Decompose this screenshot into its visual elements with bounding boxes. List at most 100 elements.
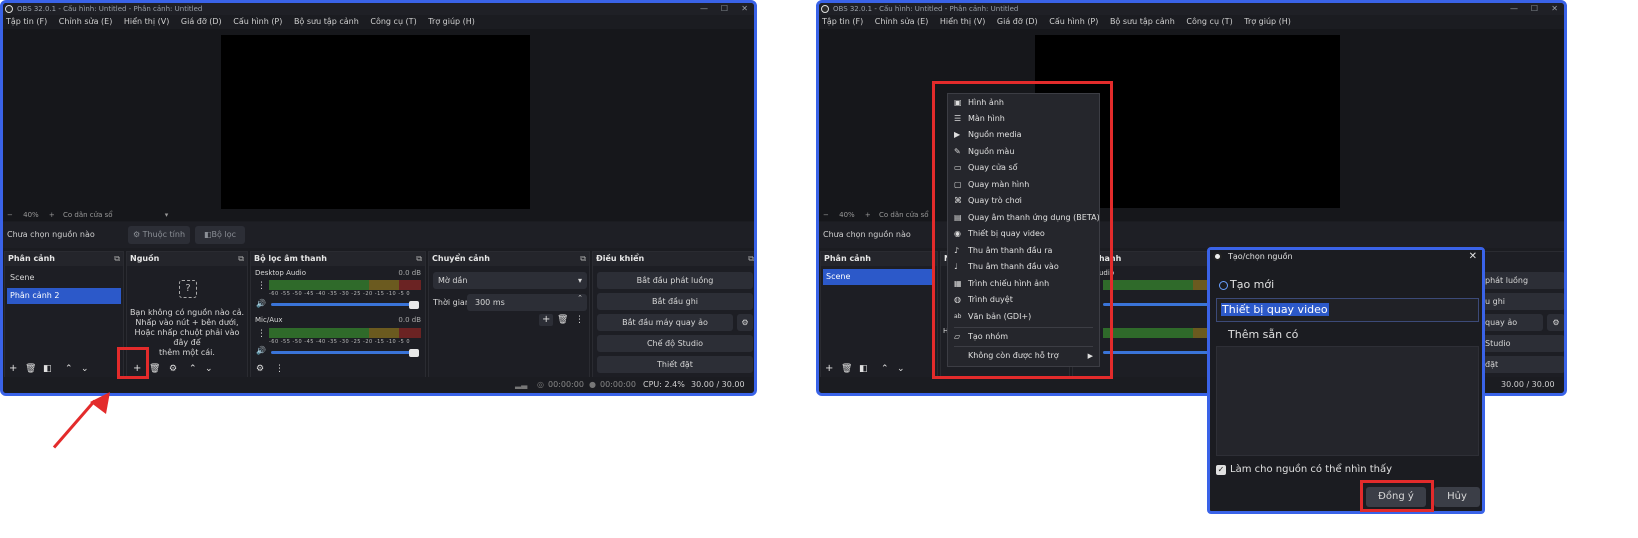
zoom-bar: − 40% + Co dãn cửa sổ bbox=[819, 209, 1564, 221]
mixer-menu-icon[interactable]: ⋮ bbox=[275, 363, 284, 375]
menu-tools[interactable]: Công cụ (T) bbox=[1186, 17, 1232, 26]
menu-file[interactable]: Tập tin (F) bbox=[822, 17, 863, 26]
dock-float-icon[interactable]: ⧉ bbox=[748, 252, 754, 266]
maximize-button[interactable]: ☐ bbox=[1531, 3, 1538, 15]
zoom-bar: − 40% + Co dãn cửa sổ ▾ bbox=[3, 209, 754, 221]
close-button[interactable]: ✕ bbox=[741, 3, 748, 15]
zoom-in-button[interactable]: + bbox=[49, 211, 55, 219]
move-up-icon[interactable]: ⌃ bbox=[65, 363, 73, 375]
gear-icon: ⚙ bbox=[741, 318, 749, 327]
dock-float-icon[interactable]: ⧉ bbox=[238, 252, 244, 266]
transition-select[interactable]: Mờ dần ▾ bbox=[433, 272, 587, 289]
scene-item[interactable]: Scene bbox=[7, 270, 121, 286]
add-transition-icon[interactable]: + bbox=[539, 314, 554, 326]
maximize-button[interactable]: ☐ bbox=[721, 3, 728, 15]
remove-transition-icon[interactable]: 🗑 bbox=[557, 314, 568, 326]
filters-button[interactable]: ◧Bộ lọc bbox=[195, 226, 245, 244]
start-streaming-button[interactable]: phát luồng bbox=[1481, 272, 1564, 289]
studio-mode-button[interactable]: Studio bbox=[1481, 335, 1564, 352]
add-scene-icon[interactable]: + bbox=[825, 363, 833, 375]
transitions-dock: Chuyển cảnh ⧉ Mờ dần ▾ Thời gian 300 ms ⌃… bbox=[428, 251, 590, 380]
start-virtual-camera-button[interactable]: quay ảo bbox=[1481, 314, 1543, 331]
dock-float-icon[interactable]: ⧉ bbox=[580, 252, 586, 266]
start-virtual-camera-button[interactable]: Bắt đầu máy quay ảo bbox=[597, 314, 733, 331]
properties-label: Thuộc tính bbox=[142, 230, 186, 239]
minimize-button[interactable]: — bbox=[700, 3, 708, 15]
menu-edit[interactable]: Chỉnh sửa (E) bbox=[59, 17, 113, 26]
source-settings-icon[interactable]: ⚙ bbox=[169, 363, 177, 375]
dock-float-icon[interactable]: ⧉ bbox=[416, 252, 422, 266]
close-button[interactable]: ✕ bbox=[1551, 3, 1558, 15]
window-title: OBS 32.0.1 - Cấu hình: Untitled - Phân c… bbox=[17, 5, 203, 13]
menu-dock[interactable]: Giá đỡ (D) bbox=[181, 17, 222, 26]
channel-menu-icon[interactable]: ⋮ bbox=[257, 328, 266, 340]
settings-button[interactable]: đặt bbox=[1481, 356, 1564, 373]
studio-mode-button[interactable]: Chế độ Studio bbox=[597, 335, 753, 352]
menu-profile[interactable]: Cấu hình (P) bbox=[1049, 17, 1098, 26]
zoom-fit-label: Co dãn cửa sổ bbox=[879, 211, 929, 219]
preview-canvas[interactable] bbox=[221, 35, 530, 210]
source-name-input[interactable]: Thiết bị quay video bbox=[1216, 298, 1479, 322]
visible-checkbox[interactable]: ✓ bbox=[1216, 465, 1226, 475]
volume-slider-knob[interactable] bbox=[409, 349, 419, 357]
move-down-icon[interactable]: ⌄ bbox=[81, 363, 89, 375]
existing-sources-list[interactable] bbox=[1216, 346, 1479, 456]
create-select-source-dialog: Tạo/chọn nguồn ✕ Tạo mới Thiết bị quay v… bbox=[1207, 247, 1485, 514]
remove-scene-icon[interactable]: 🗑 bbox=[25, 363, 36, 375]
dialog-close-button[interactable]: ✕ bbox=[1469, 250, 1477, 264]
empty-text-line: Nhấp vào nút + bên dưới, bbox=[135, 318, 239, 327]
source-up-icon[interactable]: ⌃ bbox=[189, 363, 197, 375]
virtual-camera-settings-button[interactable]: ⚙ bbox=[1547, 314, 1564, 331]
start-recording-button[interactable]: Bắt đầu ghi bbox=[597, 293, 753, 310]
properties-button[interactable]: ⚙ Thuộc tính bbox=[128, 226, 190, 244]
dock-float-icon[interactable]: ⧉ bbox=[114, 252, 120, 266]
scene-filter-icon[interactable]: ◧ bbox=[859, 363, 868, 375]
volume-slider-knob[interactable] bbox=[409, 301, 419, 309]
volume-slider[interactable] bbox=[271, 303, 417, 306]
duration-label: Thời gian bbox=[433, 298, 470, 307]
scene-item-selected[interactable]: Phân cảnh 2 bbox=[7, 288, 121, 304]
virtual-camera-settings-button[interactable]: ⚙ bbox=[737, 314, 753, 331]
scene-filter-icon[interactable]: ◧ bbox=[43, 363, 52, 375]
scene-item-selected[interactable]: Scene bbox=[823, 269, 935, 285]
menu-scene-collection[interactable]: Bộ sưu tập cảnh bbox=[1110, 17, 1175, 26]
remove-source-icon[interactable]: 🗑 bbox=[149, 363, 160, 375]
menu-edit[interactable]: Chỉnh sửa (E) bbox=[875, 17, 929, 26]
menu-bar: Tập tin (F) Chỉnh sửa (E) Hiển thị (V) G… bbox=[3, 15, 754, 29]
add-scene-icon[interactable]: + bbox=[9, 363, 17, 375]
transition-menu-icon[interactable]: ⋮ bbox=[575, 314, 584, 326]
zoom-out-button[interactable]: − bbox=[7, 211, 13, 219]
zoom-dropdown-icon[interactable]: ▾ bbox=[165, 211, 169, 219]
settings-button[interactable]: Thiết đặt bbox=[597, 356, 753, 373]
menu-view[interactable]: Hiển thị (V) bbox=[124, 17, 169, 26]
mixer-advanced-icon[interactable]: ⚙ bbox=[256, 363, 264, 375]
menu-scene-collection[interactable]: Bộ sưu tập cảnh bbox=[294, 17, 359, 26]
start-recording-button[interactable]: u ghi bbox=[1481, 293, 1564, 310]
zoom-out-button[interactable]: − bbox=[823, 211, 829, 219]
cancel-button[interactable]: Hủy bbox=[1434, 487, 1480, 507]
start-streaming-button[interactable]: Bắt đầu phát luồng bbox=[597, 272, 753, 289]
menu-help[interactable]: Trợ giúp (H) bbox=[428, 17, 475, 26]
move-up-icon[interactable]: ⌃ bbox=[881, 363, 889, 375]
menu-tools[interactable]: Công cụ (T) bbox=[370, 17, 416, 26]
move-down-icon[interactable]: ⌄ bbox=[897, 363, 905, 375]
zoom-in-button[interactable]: + bbox=[865, 211, 871, 219]
gear-icon: ⚙ bbox=[132, 230, 141, 239]
duration-input[interactable]: 300 ms ⌃ bbox=[467, 294, 587, 311]
menu-help[interactable]: Trợ giúp (H) bbox=[1244, 17, 1291, 26]
speaker-icon[interactable]: 🔊 bbox=[256, 298, 266, 310]
source-down-icon[interactable]: ⌄ bbox=[205, 363, 213, 375]
speaker-icon[interactable]: 🔊 bbox=[256, 345, 266, 357]
remove-scene-icon[interactable]: 🗑 bbox=[841, 363, 852, 375]
volume-slider[interactable] bbox=[271, 351, 417, 354]
minimize-button[interactable]: — bbox=[1510, 3, 1518, 15]
create-new-radio[interactable] bbox=[1219, 281, 1228, 290]
menu-profile[interactable]: Cấu hình (P) bbox=[233, 17, 282, 26]
menu-dock[interactable]: Giá đỡ (D) bbox=[997, 17, 1038, 26]
menu-view[interactable]: Hiển thị (V) bbox=[940, 17, 985, 26]
menu-file[interactable]: Tập tin (F) bbox=[6, 17, 47, 26]
chevron-up-icon[interactable]: ⌃ bbox=[577, 290, 583, 307]
add-existing-label[interactable]: Thêm sẵn có bbox=[1228, 328, 1298, 341]
record-status-icon: ● bbox=[589, 380, 596, 389]
channel-menu-icon[interactable]: ⋮ bbox=[257, 280, 266, 292]
